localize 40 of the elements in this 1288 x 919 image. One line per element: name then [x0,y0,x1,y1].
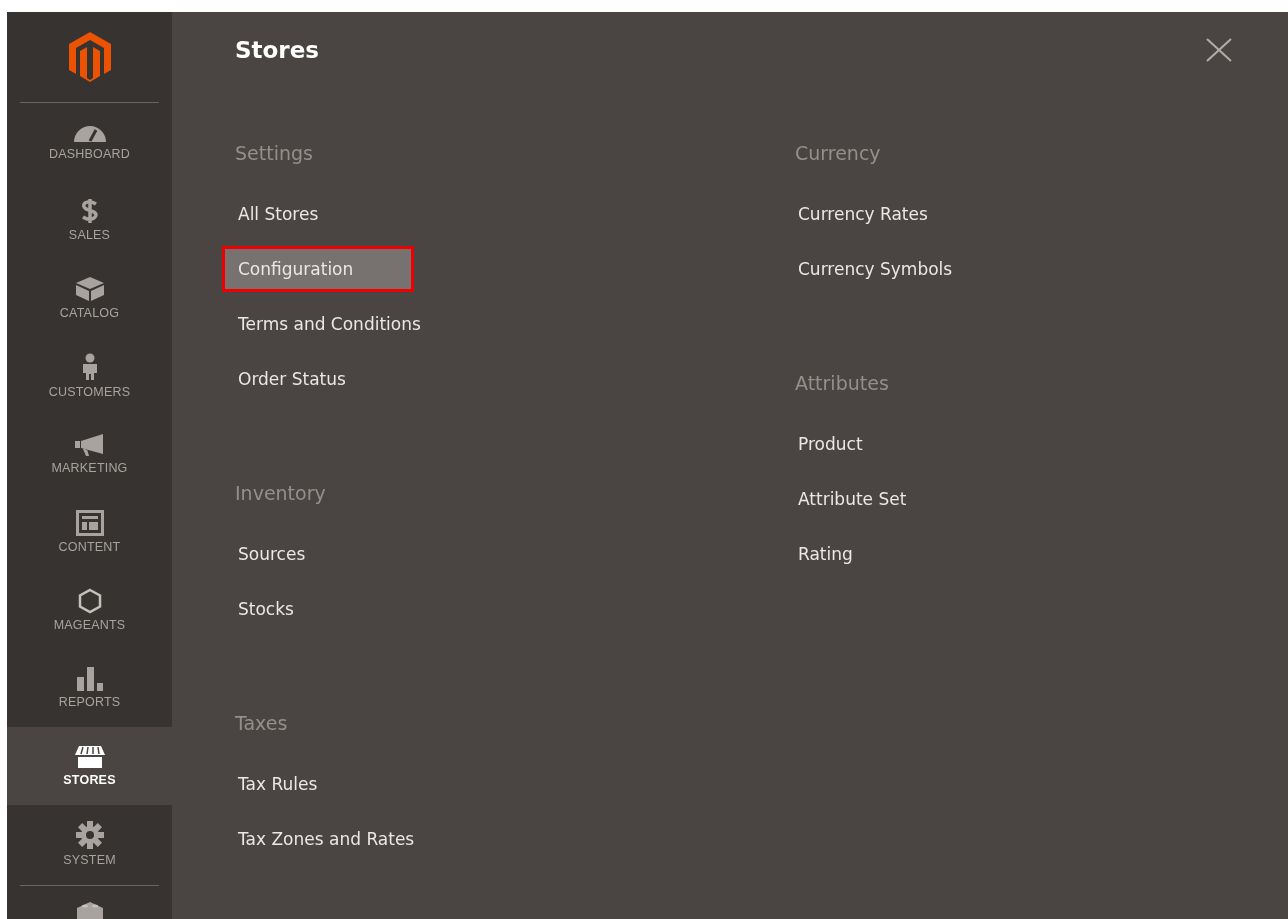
sidebar-item[interactable]: SYSTEM [7,805,172,883]
menu-link[interactable]: Attribute Set [782,475,923,522]
box-icon [73,276,106,302]
group-heading: Inventory [235,481,327,506]
sidebar-item[interactable]: REPORTS [7,649,172,727]
close-icon[interactable] [1206,38,1232,62]
sidebar-item[interactable]: CUSTOMERS [7,337,172,415]
gauge-icon [72,123,107,143]
group-heading: Settings [235,141,314,166]
menu-link[interactable]: Configuration [222,245,415,292]
menu-link[interactable]: Sources [222,530,322,577]
logo-icon[interactable] [68,32,111,82]
sidebar-item[interactable]: SALES [7,181,172,259]
group-heading: Attributes [795,371,890,396]
person-icon [80,353,99,381]
blocks-icon[interactable] [74,900,105,919]
group-heading: Taxes [235,711,289,736]
menu-link[interactable]: Tax Rules [222,760,334,807]
menu-link[interactable]: Product [782,420,879,467]
bar-chart-icon [74,667,105,691]
menu-link[interactable]: Currency Symbols [782,245,969,292]
menu-link[interactable]: Currency Rates [782,190,944,237]
menu-link[interactable]: Order Status [222,355,362,402]
sidebar-item[interactable]: DASHBOARD [7,103,172,181]
sidebar-item[interactable]: CATALOG [7,259,172,337]
menu-link[interactable]: Tax Zones and Rates [222,815,431,862]
sidebar-item[interactable]: CONTENT [7,493,172,571]
sidebar-item[interactable]: MAGEANTS [7,571,172,649]
dollar-icon [79,198,100,224]
layout-icon [75,510,104,536]
menu-link[interactable]: Stocks [222,585,310,632]
menu-link[interactable]: Rating [782,530,869,577]
hexagon-icon [76,588,103,614]
menu-link[interactable]: All Stores [222,190,335,237]
panel-title: Stores [235,37,319,63]
sidebar-item[interactable]: MARKETING [7,415,172,493]
sidebar-item[interactable]: STORES [7,727,172,805]
group-heading: Currency [795,141,882,166]
storefront-icon [73,745,106,769]
menu-link[interactable]: Terms and Conditions [222,300,437,347]
